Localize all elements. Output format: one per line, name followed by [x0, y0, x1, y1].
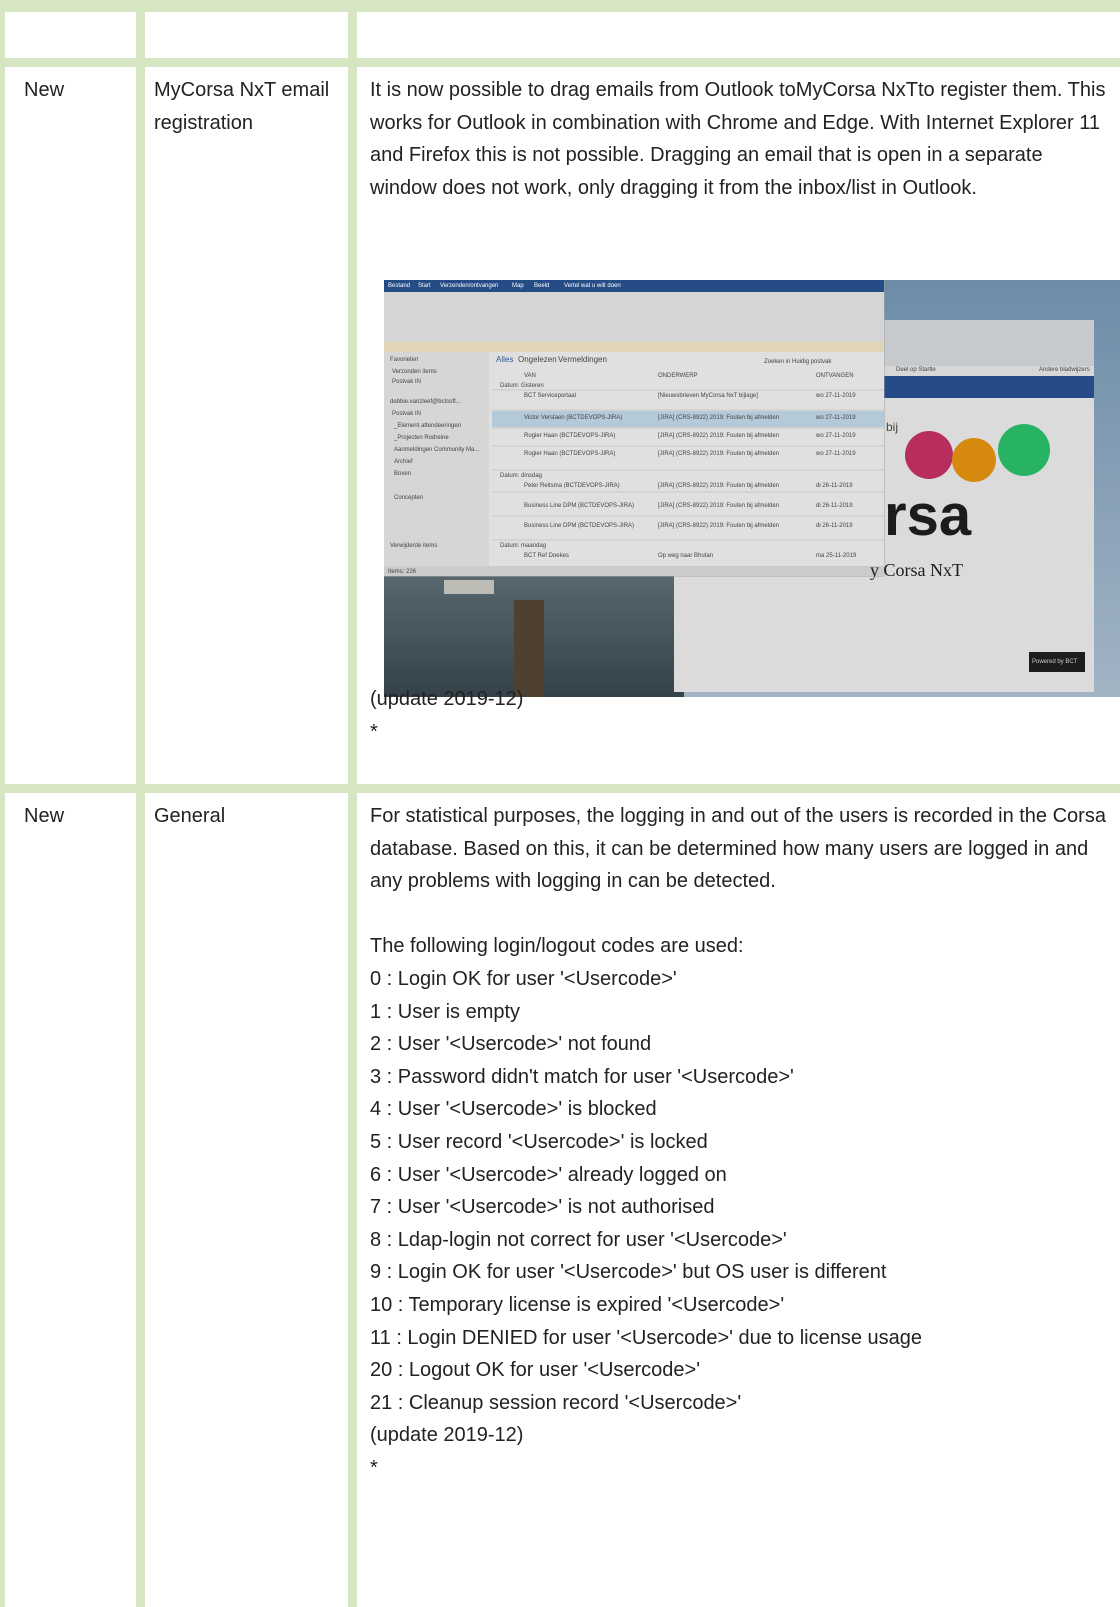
row2-intro: For statistical purposes, the logging in… — [370, 805, 1106, 893]
row1-jira-link[interactable]: CRS-8930 — [378, 721, 471, 743]
ribbon-tab-1: Start — [418, 283, 431, 289]
msg-0-from: BCT Serviceportaal — [524, 393, 576, 399]
folder-6: Aanmeldingen Community Ma... — [394, 447, 480, 453]
table-border-col2 — [348, 0, 357, 1607]
msg-4-subject: [JIRA] (CRS-8922) 2019: Fouten bij afmel… — [658, 483, 780, 489]
msg-7-from: BCT Ref Doekes — [524, 553, 569, 559]
status-bar: Items: 226 — [388, 569, 417, 575]
code-item: 2 : User '<Usercode>' not found — [370, 1033, 652, 1056]
row1-reference: *CRS-8930 — [370, 716, 471, 749]
ribbon-tab-5: Vertel wat u wilt doen — [564, 283, 621, 289]
list-header-date: ONTVANGEN — [816, 373, 854, 379]
code-item: 7 : User '<Usercode>' is not authorised — [370, 1196, 715, 1219]
msg-3-date: wo 27-11-2019 — [816, 451, 856, 457]
ribbon-tab-0: Bestand — [388, 283, 411, 289]
code-item: 3 : Password didn't match for user '<Use… — [370, 1065, 794, 1088]
msg-4-date: di 26-11-2019 — [816, 483, 853, 489]
row1-update: (update 2019-12) — [370, 688, 524, 710]
msg-4-from: Peter Reitsma (BCTDEVOPS-JIRA) — [524, 483, 620, 489]
powered-by: Powered by BCT — [1032, 659, 1078, 665]
group-0: Datum: Gisteren — [500, 383, 544, 389]
brand-bij: bij — [886, 420, 899, 434]
folder-1: Postvak IN — [392, 379, 422, 385]
row2-update: (update 2019-12) — [370, 1424, 524, 1447]
outlook-drag-screenshot: Bestand Start Verzenden/ontvangen Map Be… — [384, 280, 1120, 697]
list-header-subject: ONDERWERP — [658, 373, 698, 379]
list-tab-1: Ongelezen — [518, 355, 557, 364]
code-item: 5 : User record '<Usercode>' is locked — [370, 1130, 708, 1153]
code-item: 4 : User '<Usercode>' is blocked — [370, 1098, 657, 1121]
row1-component: MyCorsa NxT email registration — [154, 79, 330, 134]
folder-7: Archief — [394, 459, 413, 465]
table-border-top — [0, 0, 1120, 12]
group-1: Datum: dinsdag — [500, 473, 543, 479]
row2-reference-prefix: * — [370, 1456, 378, 1479]
row2-code-list: 0 : Login OK for user '<Usercode>' 1 : U… — [370, 963, 1110, 1419]
msg-3-from: Rogier Haan (BCTDEVOPS-JIRA) — [524, 451, 616, 457]
row2-type: New — [24, 805, 65, 827]
list-header-from: VAN — [524, 373, 536, 379]
folders-header: Favorieten — [390, 357, 419, 363]
group-2: Datum: maandag — [500, 543, 547, 549]
row1-description-text: It is now possible to drag emails from O… — [370, 79, 1106, 199]
msg-3-subject: [JIRA] (CRS-8922) 2019: Fouten bij afmel… — [658, 451, 780, 457]
folder-8: Boxen — [394, 471, 412, 477]
list-tab-0: Alles — [496, 355, 514, 364]
folder-4: _Element attendeeringen — [394, 423, 462, 429]
code-item: 21 : Cleanup session record '<Usercode>' — [370, 1391, 742, 1414]
msg-0-subject: [Nieuwsbrieven MyCorsa NxT bijlage] — [658, 393, 758, 399]
msg-5-from: Business Line DPM (BCTDEVOPS-JIRA) — [524, 503, 635, 509]
code-item: 8 : Ldap-login not correct for user '<Us… — [370, 1228, 787, 1251]
row2-description: For statistical purposes, the logging in… — [370, 800, 1110, 1484]
brand-sub: y Corsa NxT — [870, 560, 963, 580]
row1-type: New — [24, 79, 65, 101]
row2-spacer — [370, 898, 1110, 931]
list-tab-2: Vermeldingen — [558, 355, 607, 364]
ribbon-tab-3: Map — [512, 283, 524, 289]
msg-1-date: wo 27-11-2019 — [816, 415, 856, 421]
msg-2-subject: [JIRA] (CRS-8922) 2019: Fouten bij afmel… — [658, 433, 780, 439]
list-search: Zoeken in Huidig postvak — [764, 359, 832, 365]
folder-10: Verwijderde items — [390, 543, 438, 549]
msg-7-subject: Op weg naar Bhutan — [658, 553, 714, 559]
folder-5: _Projecten Rodreine — [394, 435, 449, 441]
code-item: 0 : Login OK for user '<Usercode>' — [370, 967, 677, 990]
msg-6-date: di 26-11-2019 — [816, 523, 853, 529]
code-item: 1 : User is empty — [370, 1000, 521, 1023]
msg-1-subject: [JIRA] (CRS-8922) 2019: Fouten bij afmel… — [658, 415, 780, 421]
row2-jira-link[interactable]: CRS-6798 — [378, 1457, 471, 1479]
msg-6-subject: [JIRA] (CRS-8922) 2019: Fouten bij afmel… — [658, 523, 780, 529]
browser-bookmark: Deel op Startle — [896, 367, 936, 373]
table-border-left — [0, 0, 5, 1607]
row1-reference-prefix: * — [370, 721, 378, 743]
brand-text: rsa — [884, 483, 972, 548]
msg-5-subject: [JIRA] (CRS-8922) 2019: Fouten bij afmel… — [658, 503, 780, 509]
table-border-row1-bottom — [0, 784, 1120, 793]
msg-5-date: di 26-11-2019 — [816, 503, 853, 509]
msg-2-from: Rogier Haan (BCTDEVOPS-JIRA) — [524, 433, 616, 439]
msg-7-date: ma 25-11-2019 — [816, 553, 857, 559]
folder-9: Concepten — [394, 495, 424, 501]
row2-reference: *CRS-6798 — [370, 1452, 1110, 1485]
code-item: 20 : Logout OK for user '<Usercode>' — [370, 1359, 701, 1382]
code-item: 10 : Temporary license is expired '<User… — [370, 1293, 785, 1316]
code-item: 11 : Login DENIED for user '<Usercode>' … — [370, 1326, 923, 1349]
folder-3: Postvak IN — [392, 411, 422, 417]
row2-codes-heading: The following login/logout codes are use… — [370, 935, 744, 958]
msg-0-date: wo 27-11-2019 — [816, 393, 856, 399]
msg-1-from: Victor Verstaen (BCTDEVOPS-JIRA) — [524, 415, 623, 421]
table-border-col1 — [136, 0, 145, 1607]
ribbon-tab-2: Verzenden/ontvangen — [440, 283, 499, 289]
msg-6-from: Business Line DPM (BCTDEVOPS-JIRA) — [524, 523, 635, 529]
code-item: 9 : Login OK for user '<Usercode>' but O… — [370, 1261, 887, 1284]
folder-0: Verzonden items — [392, 369, 437, 375]
row2-component: General — [154, 805, 226, 827]
row1-description: It is now possible to drag emails from O… — [370, 74, 1110, 204]
folder-2: debbie.vanzleef@bctsoft... — [390, 399, 461, 405]
msg-2-date: wo 27-11-2019 — [816, 433, 856, 439]
browser-bookmark-2: Andere bladwijzers — [1039, 367, 1090, 373]
code-item: 6 : User '<Usercode>' already logged on — [370, 1163, 727, 1186]
ribbon-tab-4: Beeld — [534, 283, 550, 289]
table-border-header-bottom — [0, 58, 1120, 67]
